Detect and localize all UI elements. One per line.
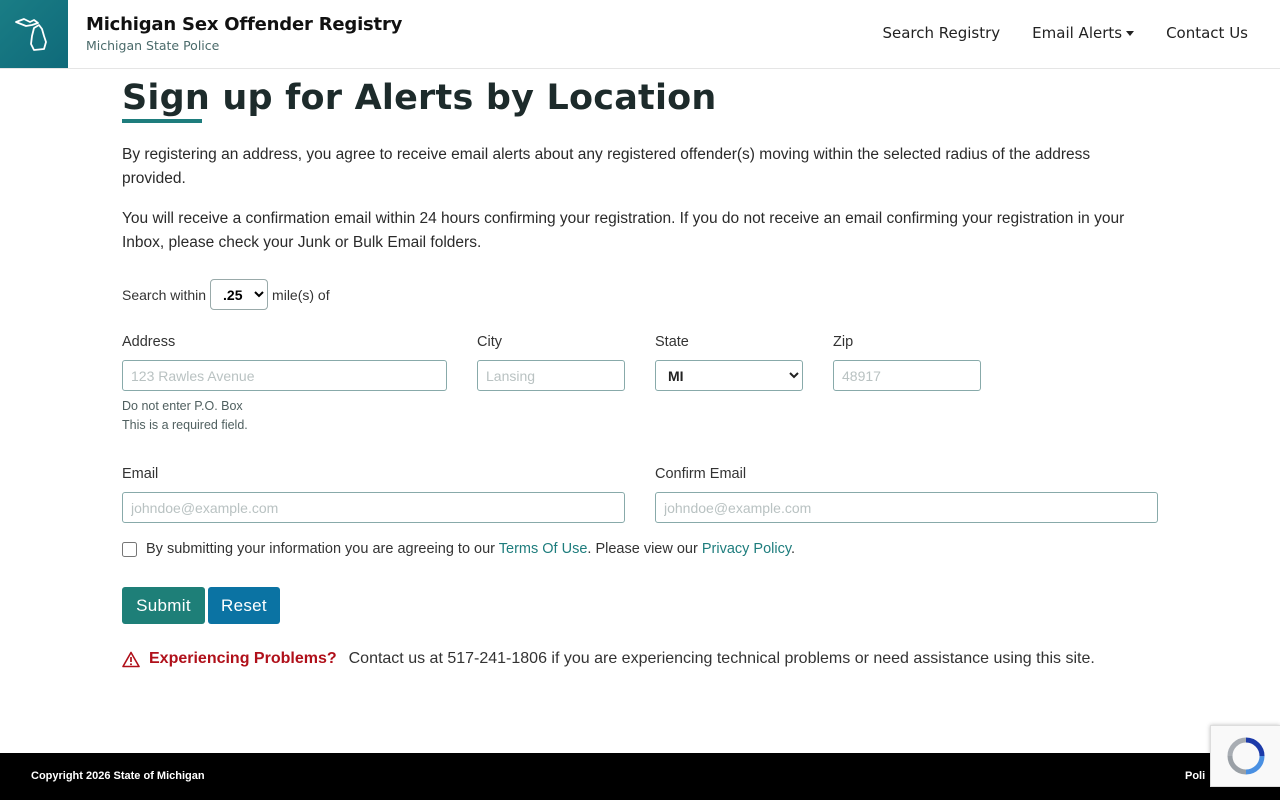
title-underline (122, 119, 202, 123)
confirm-email-field-group: Confirm Email (655, 466, 1158, 523)
email-row: Email Confirm Email (122, 466, 1158, 523)
radius-suffix: mile(s) of (272, 286, 330, 303)
site-footer: Copyright 2026 State of Michigan Poli (0, 753, 1280, 800)
email-input[interactable] (122, 492, 625, 523)
agree-checkbox[interactable] (122, 541, 137, 557)
radius-prefix: Search within (122, 286, 207, 303)
site-subtitle: Michigan State Police (86, 38, 220, 53)
nav-search-registry[interactable]: Search Registry (882, 24, 1000, 42)
address-row: Address Do not enter P.O. Box This is a … (122, 334, 1158, 432)
confirm-email-input[interactable] (655, 492, 1158, 523)
address-hint-po-box: Do not enter P.O. Box (122, 399, 243, 413)
radius-row: Search within .25 mile(s) of (122, 279, 1158, 310)
agreement-row: By submitting your information you are a… (122, 541, 1158, 557)
problems-text: Contact us at 517-241-1806 if you are ex… (348, 650, 1095, 667)
page-title: Sign up for Alerts by Location (122, 78, 717, 118)
agreement-text-1: By submitting your information you are a… (146, 541, 495, 557)
copyright-text: Copyright 2026 State of Michigan (31, 770, 205, 782)
nav-contact-us[interactable]: Contact Us (1166, 24, 1248, 42)
site-title[interactable]: Michigan Sex Offender Registry (86, 14, 402, 35)
agreement-text-2: . Please view our (587, 541, 698, 557)
privacy-policy-link[interactable]: Privacy Policy (702, 541, 791, 557)
michigan-state-icon (15, 18, 47, 51)
address-label: Address (122, 334, 176, 350)
nav-email-alerts[interactable]: Email Alerts (1032, 24, 1135, 42)
email-label: Email (122, 466, 159, 482)
reset-button[interactable]: Reset (208, 587, 280, 624)
submit-button[interactable]: Submit (122, 587, 205, 624)
problems-title: Experiencing Problems? (149, 650, 337, 667)
nav-email-alerts-label: Email Alerts (1032, 24, 1123, 42)
radius-select[interactable]: .25 (210, 279, 269, 310)
zip-label: Zip (833, 334, 854, 350)
footer-policy-link[interactable]: Poli (1185, 770, 1205, 782)
state-label: State (655, 334, 689, 350)
intro-paragraph: By registering an address, you agree to … (122, 146, 1091, 187)
confirmation-paragraph: You will receive a confirmation email wi… (122, 210, 1125, 251)
terms-of-use-link[interactable]: Terms Of Use (499, 541, 588, 557)
email-field-group: Email (122, 466, 625, 523)
main-content: Sign up for Alerts by Location By regist… (122, 69, 1158, 668)
address-required-hint: This is a required field. (122, 418, 248, 432)
form-buttons: Submit Reset (122, 587, 1158, 624)
zip-field-group: Zip (833, 334, 981, 432)
zip-input[interactable] (833, 360, 981, 391)
city-label: City (477, 334, 502, 350)
address-input[interactable] (122, 360, 447, 391)
address-field-group: Address Do not enter P.O. Box This is a … (122, 334, 447, 432)
recaptcha-icon (1227, 737, 1264, 775)
state-select[interactable]: MI (655, 360, 803, 391)
caret-down-icon (1126, 31, 1135, 36)
agreement-text: By submitting your information you are a… (146, 541, 795, 557)
problems-notice: Experiencing Problems? Contact us at 517… (122, 650, 1158, 668)
logo[interactable] (0, 0, 68, 68)
main-nav: Search Registry Email Alerts Contact Us (882, 24, 1248, 42)
agreement-text-3: . (791, 541, 796, 557)
confirm-email-label: Confirm Email (655, 466, 747, 482)
warning-icon (122, 651, 140, 667)
site-header: Michigan Sex Offender Registry Michigan … (0, 0, 1280, 69)
city-field-group: City (477, 334, 625, 432)
state-field-group: State MI (655, 334, 803, 432)
recaptcha-badge[interactable] (1210, 725, 1280, 787)
city-input[interactable] (477, 360, 625, 391)
